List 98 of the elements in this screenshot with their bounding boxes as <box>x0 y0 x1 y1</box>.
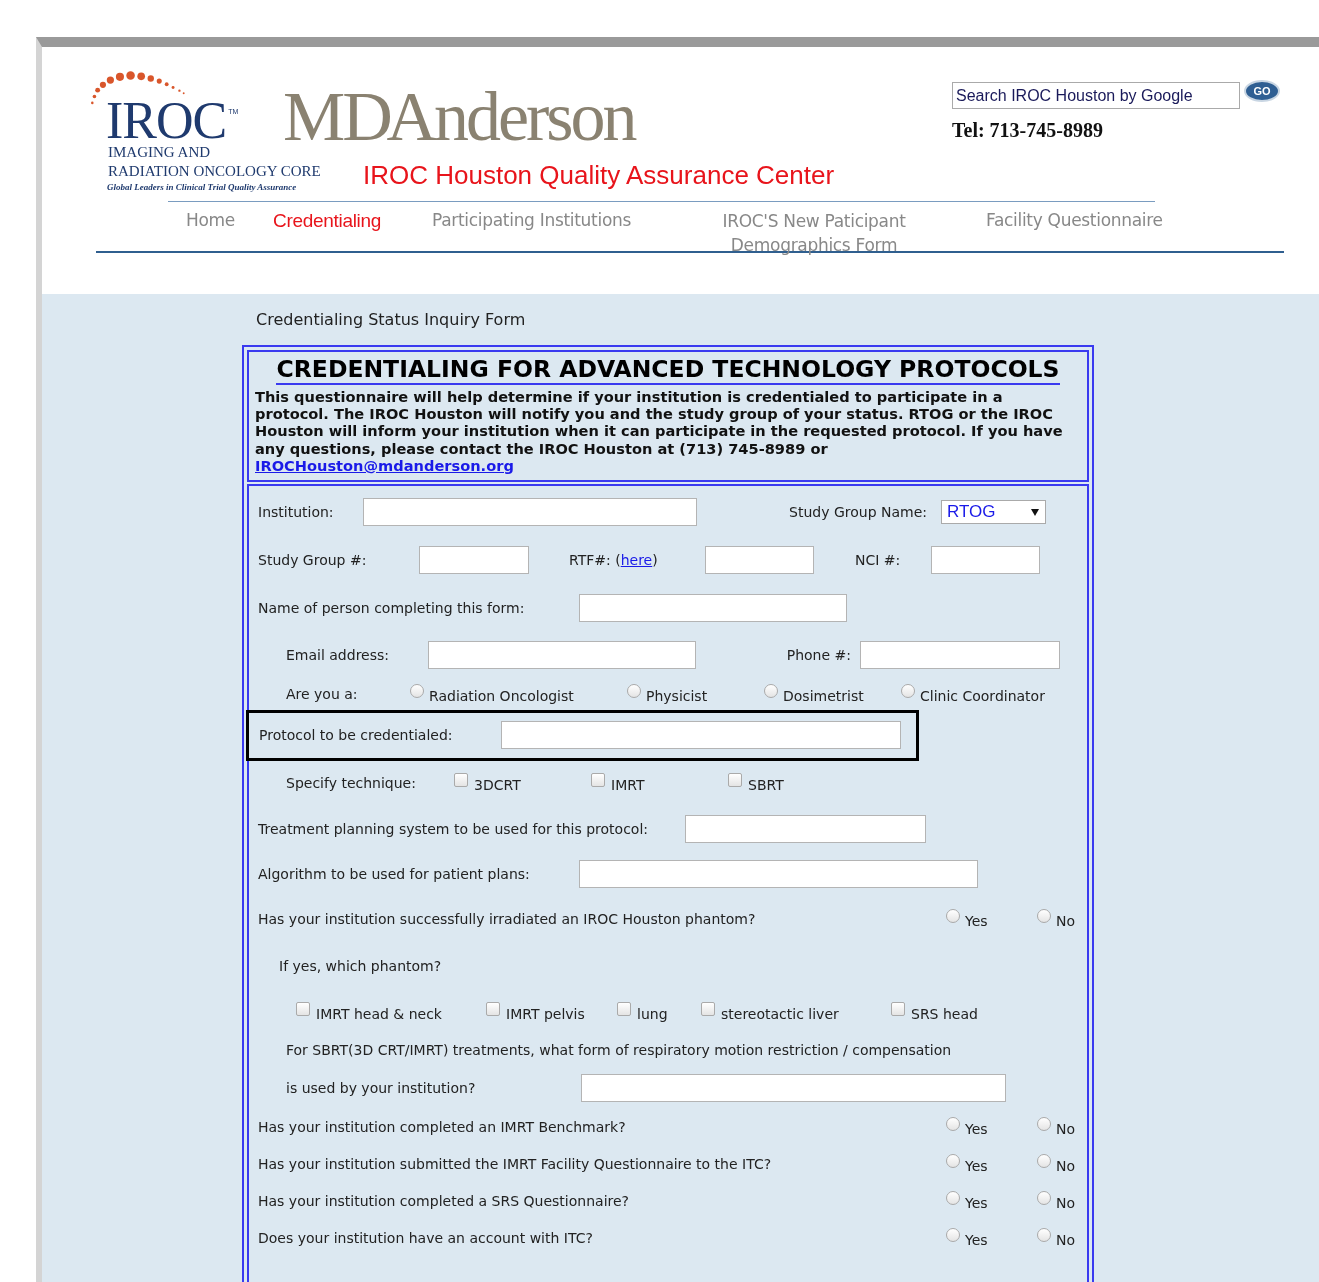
radio-button[interactable] <box>1037 1228 1051 1242</box>
field-label: Has your institution completed an IMRT Benchmark? <box>258 1118 626 1136</box>
field-label: Institution: <box>258 503 334 521</box>
form-heading: CREDENTIALING FOR ADVANCED TECHNOLOGY PROTOCOLS <box>276 355 1060 385</box>
radio-button[interactable] <box>946 1117 960 1131</box>
field-label: is used by your institution? <box>286 1079 476 1098</box>
text-field[interactable] <box>685 814 926 843</box>
option-label: SRS head <box>911 1004 978 1023</box>
option-label: lung <box>637 1004 668 1023</box>
checkbox[interactable] <box>454 773 468 788</box>
field-label: Has your institution completed a SRS Questionnaire? <box>258 1192 629 1210</box>
option-label: No <box>1056 1120 1076 1138</box>
checkbox[interactable] <box>296 1001 310 1016</box>
option-label: Radiation Oncologist <box>429 686 574 705</box>
dots-icon <box>90 71 186 105</box>
option-label: IMRT head & neck <box>316 1004 442 1023</box>
phone-number: Tel: 713-745-8989 <box>952 118 1104 142</box>
field-label: Has your institution successfully irradiated an IROC Houston phantom? <box>258 909 756 928</box>
help-link[interactable]: here <box>620 552 653 568</box>
radio-button[interactable] <box>764 683 778 698</box>
option-label: Yes <box>965 1231 988 1249</box>
radio-button[interactable] <box>946 908 960 923</box>
logo-text: IMAGING AND <box>108 143 211 162</box>
field-label: Treatment planning system to be used for this protocol: <box>258 819 649 838</box>
option-label: Dosimetrist <box>783 686 864 705</box>
field-label: RTF#: (here) <box>569 551 658 569</box>
radio-button[interactable] <box>946 1191 960 1205</box>
logo-text: RADIATION ONCOLOGY CORE <box>108 162 321 181</box>
field-label: Has your institution submitted the IMRT Facility Questionnaire to the ITC? <box>258 1155 772 1173</box>
option-label: Yes <box>965 1157 988 1175</box>
radio-button[interactable] <box>901 683 915 698</box>
option-label: No <box>1056 911 1076 930</box>
search-field[interactable]: Search IROC Houston by Google <box>952 82 1240 109</box>
field-label: Phone #: <box>786 645 851 664</box>
nav-link[interactable]: Facility Questionnaire <box>986 209 1163 232</box>
field-label: Specify technique: <box>286 774 416 793</box>
field-label: Does your institution have an account with ITC? <box>258 1229 593 1247</box>
field-label: Protocol to be credentialed: <box>259 726 453 744</box>
option-label: IMRT pelvis <box>506 1004 585 1023</box>
option-label: No <box>1056 1157 1076 1175</box>
radio-button[interactable] <box>627 683 641 698</box>
radio-button[interactable] <box>946 1228 960 1242</box>
checkbox[interactable] <box>891 1001 905 1016</box>
option-label: Clinic Coordinator <box>920 686 1045 705</box>
option-label: Yes <box>965 1120 988 1138</box>
radio-button[interactable] <box>1037 908 1051 923</box>
text-field[interactable] <box>579 594 847 622</box>
option-label: Yes <box>965 911 988 930</box>
nav-link[interactable]: Credentialing <box>273 209 382 232</box>
text-field[interactable] <box>579 859 978 888</box>
field-label: Email address: <box>286 645 389 664</box>
go-button[interactable]: GO <box>1244 80 1280 102</box>
intro-text: This questionnaire will help determine if your institution is credentialed to participate in a protocol. The IROC Houston will notify you and the study group of your status. RTOG or the IROC Houston will inform your institution when it can participate in the requested protocol. If you have any questions, please contact the IROC Houston at (713) 745-8989 or IROCHouston@mdanderson.org <box>255 388 1064 474</box>
text-field[interactable] <box>931 546 1040 574</box>
option-label: 3DCRT <box>474 776 521 795</box>
field-label: For SBRT(3D CRT/IMRT) treatments, what form of respiratory motion restriction / compensation <box>286 1041 952 1060</box>
option-label: IMRT <box>611 776 645 795</box>
site-subtitle: IROC Houston Quality Assurance Center <box>363 160 835 190</box>
checkbox[interactable] <box>617 1001 631 1016</box>
checkbox[interactable] <box>728 773 742 788</box>
field-label: Study Group Name: <box>789 503 927 521</box>
nav-link[interactable]: IROC'S New Paticipant Demographics Form <box>702 209 926 257</box>
option-label: Physicist <box>646 686 708 705</box>
text-field[interactable] <box>581 1074 1006 1103</box>
field-label: Algorithm to be used for patient plans: <box>258 864 530 883</box>
radio-button[interactable] <box>946 1154 960 1168</box>
checkbox[interactable] <box>591 773 605 788</box>
brand-name: MD Anderson <box>283 81 635 153</box>
field-label: If yes, which phantom? <box>279 956 442 975</box>
option-label: SBRT <box>748 776 784 795</box>
checkbox[interactable] <box>701 1001 715 1016</box>
text-field[interactable] <box>860 640 1060 669</box>
nav-link[interactable]: Participating Institutions <box>432 209 631 232</box>
field-label: Study Group #: <box>258 551 367 569</box>
option-label: Yes <box>965 1194 988 1212</box>
page-title: Credentialing Status Inquiry Form <box>256 310 526 330</box>
logo-tagline: Global Leaders in Clinical Trial Quality Assurance <box>107 181 297 194</box>
radio-button[interactable] <box>1037 1191 1051 1205</box>
checkbox[interactable] <box>486 1001 500 1016</box>
study-group-select[interactable]: RTOG <box>941 500 1046 524</box>
radio-button[interactable] <box>410 683 424 698</box>
text-field[interactable] <box>363 498 697 526</box>
text-field[interactable] <box>501 721 901 749</box>
text-field[interactable] <box>428 640 696 669</box>
option-label: No <box>1056 1231 1076 1249</box>
radio-button[interactable] <box>1037 1154 1051 1168</box>
text-field[interactable] <box>705 546 814 574</box>
field-label: Are you a: <box>286 684 358 703</box>
field-label: NCI #: <box>855 551 901 569</box>
email-link[interactable]: IROCHouston@mdanderson.org <box>255 456 514 474</box>
logo-mark: IROC <box>106 99 227 143</box>
radio-button[interactable] <box>1037 1117 1051 1131</box>
text-field[interactable] <box>419 546 529 574</box>
option-label: No <box>1056 1194 1076 1212</box>
nav-link[interactable]: Home <box>186 209 235 232</box>
caret-icon <box>1031 508 1039 516</box>
option-label: stereotactic liver <box>721 1004 839 1023</box>
field-label: Name of person completing this form: <box>258 599 525 617</box>
